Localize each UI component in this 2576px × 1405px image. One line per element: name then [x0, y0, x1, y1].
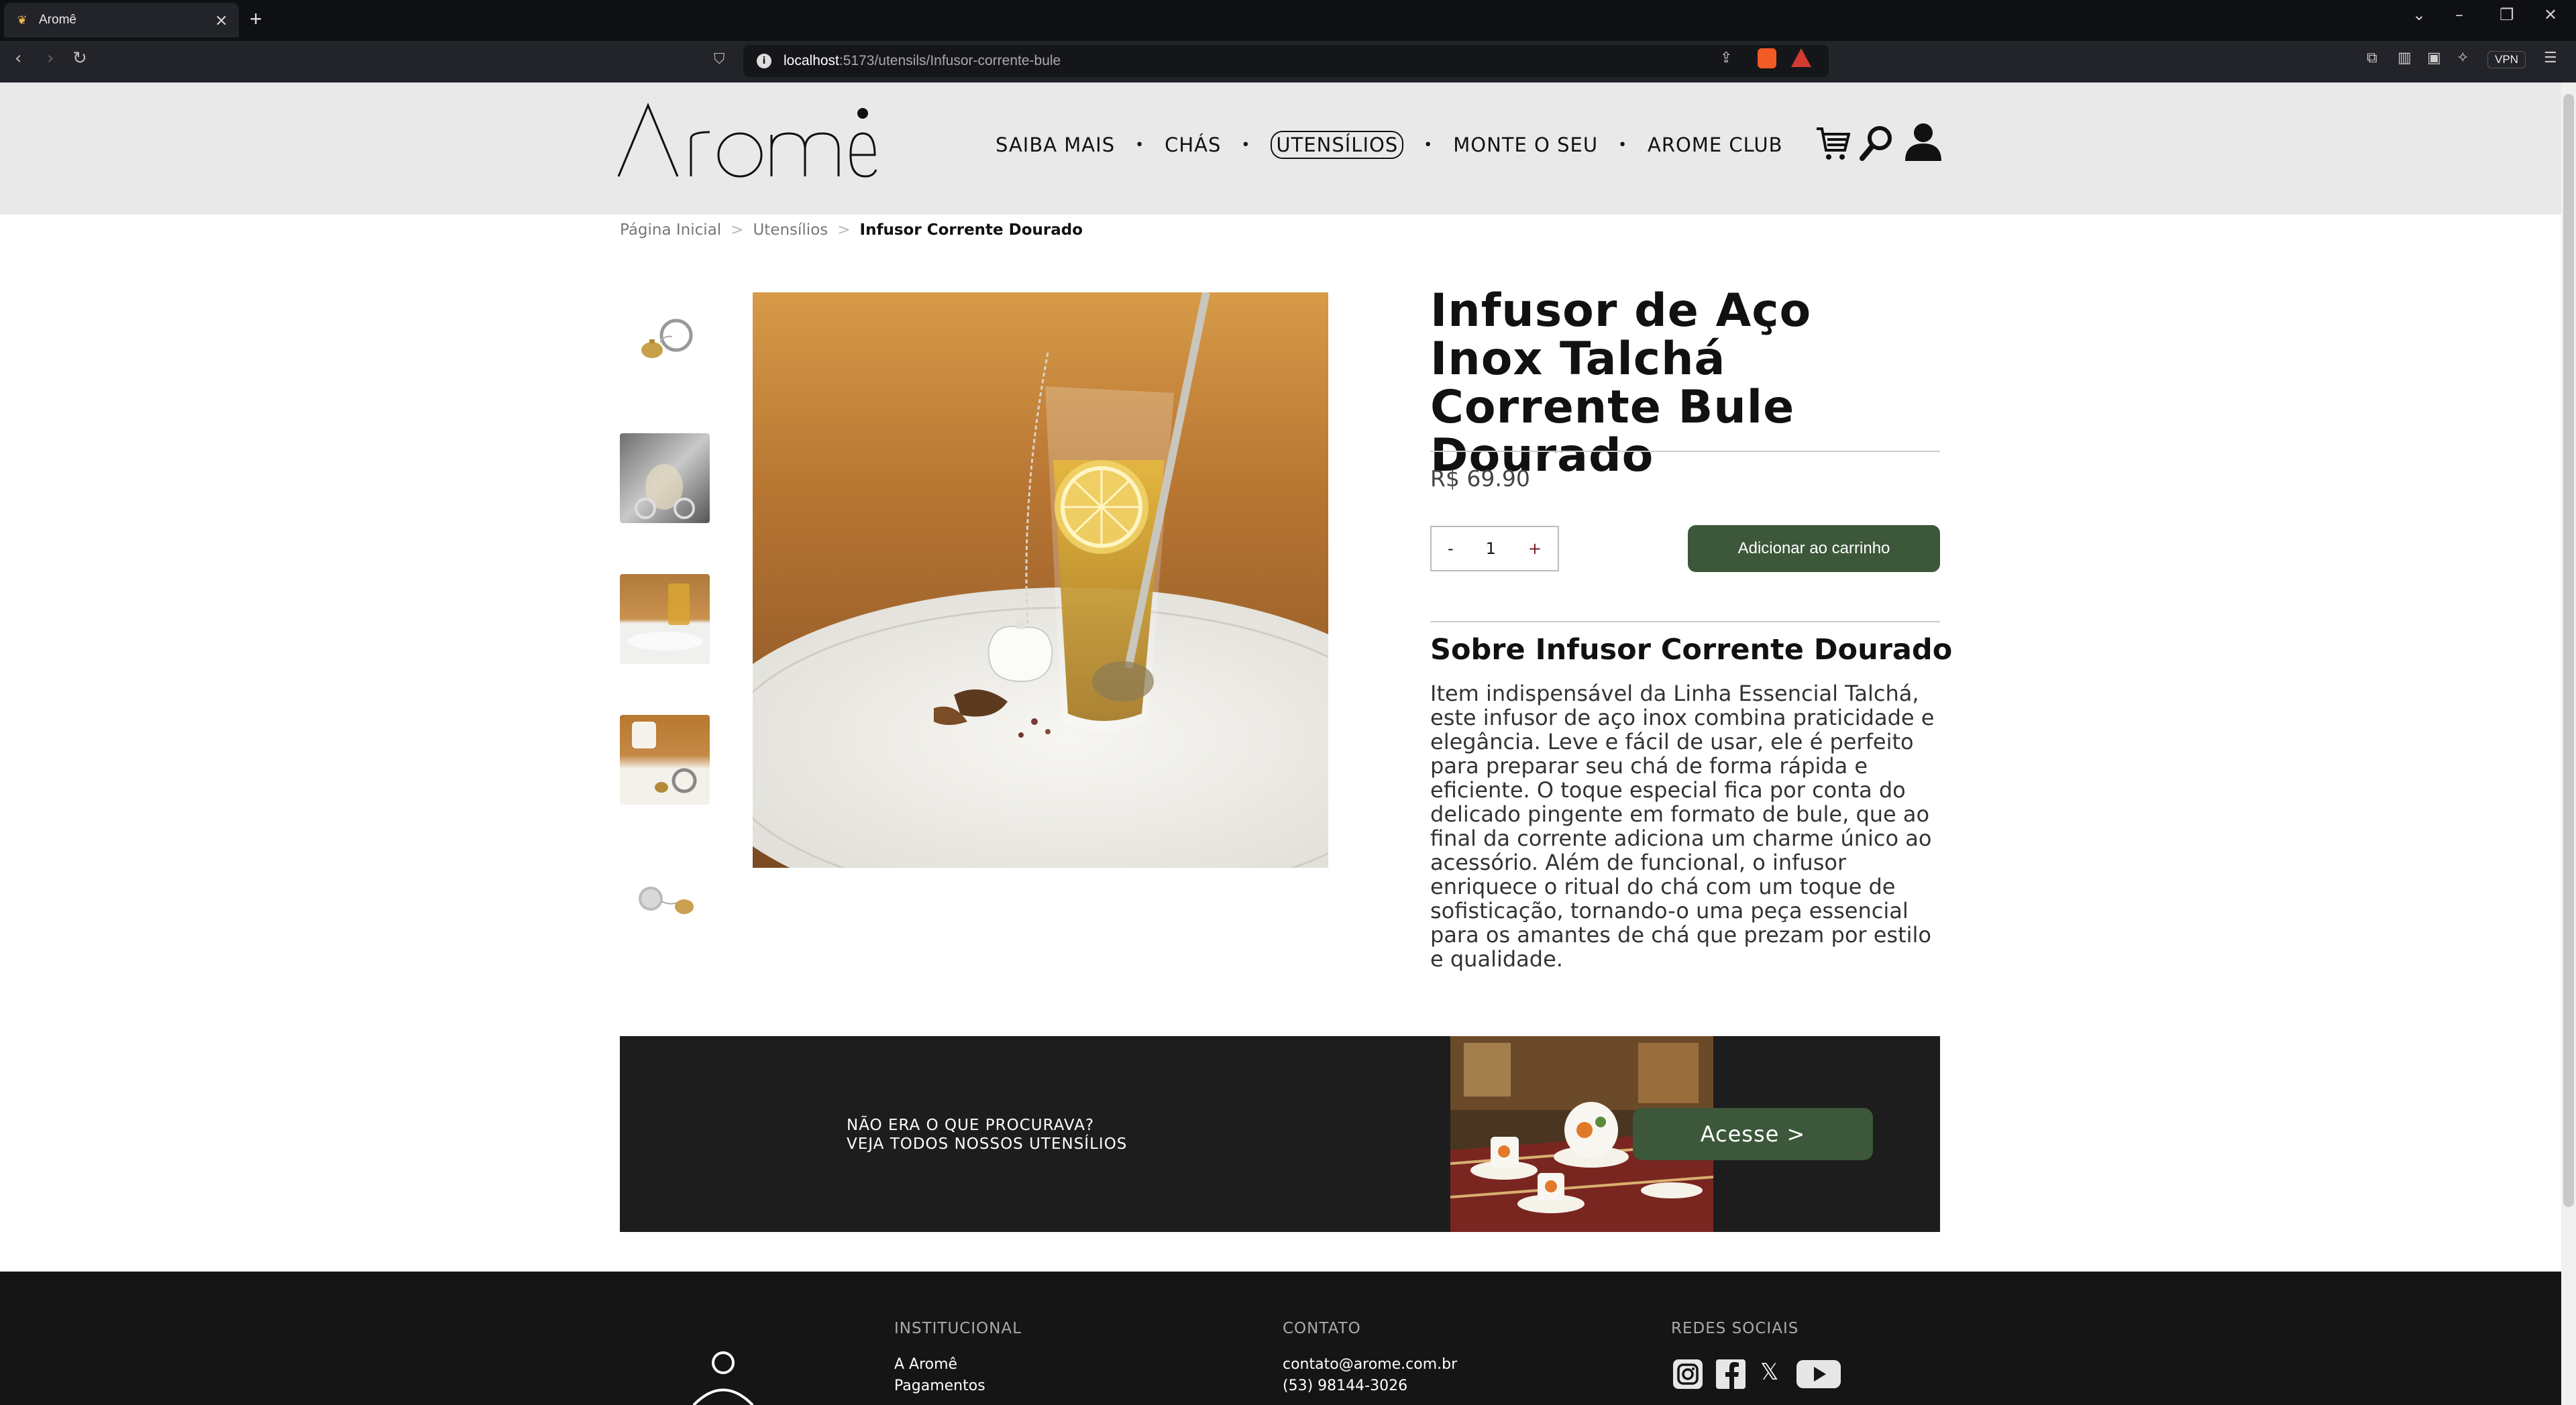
- scrollbar-thumb[interactable]: [2563, 94, 2574, 1207]
- breadcrumb-separator: >: [837, 221, 851, 239]
- quantity-stepper: - 1 +: [1430, 526, 1559, 571]
- vpn-button[interactable]: VPN: [2487, 51, 2526, 68]
- new-tab-icon[interactable]: +: [250, 7, 262, 32]
- breadcrumb-current: Infusor Corrente Dourado: [859, 221, 1083, 239]
- divider: [1430, 621, 1940, 622]
- footer-institucional-heading: INSTITUCIONAL: [894, 1320, 1022, 1337]
- thumbnail-1[interactable]: [620, 295, 710, 385]
- site-footer: [0, 1272, 2561, 1405]
- brave-shield-icon[interactable]: [1758, 48, 1776, 68]
- search-icon[interactable]: [1858, 125, 1894, 162]
- divider: [1430, 451, 1940, 452]
- footer-logo: [692, 1351, 754, 1405]
- footer-link-pagamentos[interactable]: Pagamentos: [894, 1378, 985, 1394]
- about-title: Sobre Infusor Corrente Dourado: [1430, 633, 1953, 667]
- thumbnail-2[interactable]: [620, 433, 710, 523]
- nav-saiba-mais[interactable]: SAIBA MAIS: [996, 133, 1115, 156]
- thumbnail-5[interactable]: [620, 854, 710, 944]
- nav-arome-club[interactable]: AROME CLUB: [1648, 133, 1782, 156]
- footer-email[interactable]: contato@arome.com.br: [1283, 1356, 1457, 1373]
- footer-phone[interactable]: (53) 98144-3026: [1283, 1378, 1407, 1394]
- browser-tab[interactable]: ❦ Aromê ×: [4, 3, 239, 38]
- nav-separator: •: [1618, 136, 1628, 154]
- breadcrumb-home[interactable]: Página Inicial: [620, 221, 721, 239]
- menu-icon[interactable]: ☰: [2544, 50, 2557, 66]
- thumbnail-4[interactable]: [620, 715, 710, 805]
- leo-ai-icon[interactable]: ✧: [2457, 50, 2469, 66]
- nav-separator: •: [1424, 136, 1434, 154]
- site-info-icon[interactable]: i: [757, 54, 771, 68]
- sidebar-icon[interactable]: ▥: [2398, 50, 2412, 66]
- qty-increment-button[interactable]: +: [1528, 539, 1542, 558]
- product-price: R$ 69.90: [1430, 465, 1530, 492]
- banner-text: NÃO ERA O QUE PROCURAVA? VEJA TODOS NOSS…: [847, 1116, 1127, 1154]
- back-icon[interactable]: ‹: [15, 48, 21, 68]
- breadcrumb-separator: >: [731, 221, 744, 239]
- acesse-button[interactable]: Acesse >: [1633, 1108, 1873, 1160]
- nav-separator: •: [1241, 136, 1251, 154]
- main-product-image[interactable]: [753, 292, 1328, 868]
- wallet-icon[interactable]: ▣: [2427, 50, 2441, 66]
- youtube-icon[interactable]: [1795, 1357, 1842, 1391]
- address-bar[interactable]: i localhost:5173/utensils/Infusor-corren…: [743, 45, 1829, 77]
- nav-utensilios[interactable]: UTENSÍLIOS: [1271, 131, 1404, 159]
- add-to-cart-button[interactable]: Adicionar ao carrinho: [1688, 525, 1940, 572]
- share-icon[interactable]: ⇪: [1720, 50, 1732, 66]
- banner-line-1: NÃO ERA O QUE PROCURAVA?: [847, 1117, 1095, 1134]
- url-host: localhost: [784, 53, 839, 68]
- product-description: Item indispensável da Linha Essencial Ta…: [1430, 681, 1935, 972]
- close-window-icon[interactable]: ✕: [2544, 5, 2557, 24]
- qty-decrement-button[interactable]: -: [1448, 539, 1454, 558]
- arome-logo[interactable]: [616, 97, 877, 184]
- forward-icon[interactable]: ›: [47, 48, 54, 68]
- extensions-icon[interactable]: ⧉: [2367, 50, 2377, 66]
- bookmark-icon[interactable]: ⛉: [714, 51, 725, 68]
- url-path: :5173/utensils/Infusor-corrente-bule: [839, 53, 1061, 68]
- banner-line-2: VEJA TODOS NOSSOS UTENSÍLIOS: [847, 1135, 1128, 1153]
- nav-monte-o-seu[interactable]: MONTE O SEU: [1453, 133, 1598, 156]
- minimize-icon[interactable]: –: [2455, 5, 2463, 24]
- thumbnail-3[interactable]: [620, 574, 710, 664]
- browser-tab-bar: [0, 0, 2576, 41]
- tab-list-chevron-icon[interactable]: ⌄: [2412, 5, 2426, 24]
- nav-chas[interactable]: CHÁS: [1165, 133, 1221, 156]
- tab-title: Aromê: [39, 13, 76, 27]
- restore-icon[interactable]: ❐: [2500, 5, 2514, 24]
- reload-icon[interactable]: ↻: [72, 48, 87, 68]
- user-icon[interactable]: [1904, 122, 1943, 162]
- facebook-icon[interactable]: [1714, 1357, 1748, 1391]
- main-nav: SAIBA MAIS • CHÁS • UTENSÍLIOS • MONTE O…: [996, 131, 1783, 159]
- footer-link-a-arome[interactable]: A Aromê: [894, 1356, 957, 1373]
- footer-redes-heading: REDES SOCIAIS: [1671, 1320, 1799, 1337]
- nav-separator: •: [1135, 136, 1145, 154]
- site-favicon-icon: ❦: [17, 13, 28, 27]
- breadcrumb-utensilios[interactable]: Utensílios: [753, 221, 828, 239]
- qty-value[interactable]: 1: [1486, 539, 1496, 558]
- breadcrumb: Página Inicial > Utensílios > Infusor Co…: [620, 221, 1083, 239]
- vpn-label: VPN: [2495, 53, 2518, 66]
- x-twitter-icon[interactable]: 𝕏: [1760, 1359, 1778, 1386]
- instagram-icon[interactable]: [1671, 1357, 1705, 1391]
- close-tab-icon[interactable]: ×: [215, 11, 228, 30]
- footer-contato-heading: CONTATO: [1283, 1320, 1361, 1337]
- cart-icon[interactable]: [1815, 125, 1850, 162]
